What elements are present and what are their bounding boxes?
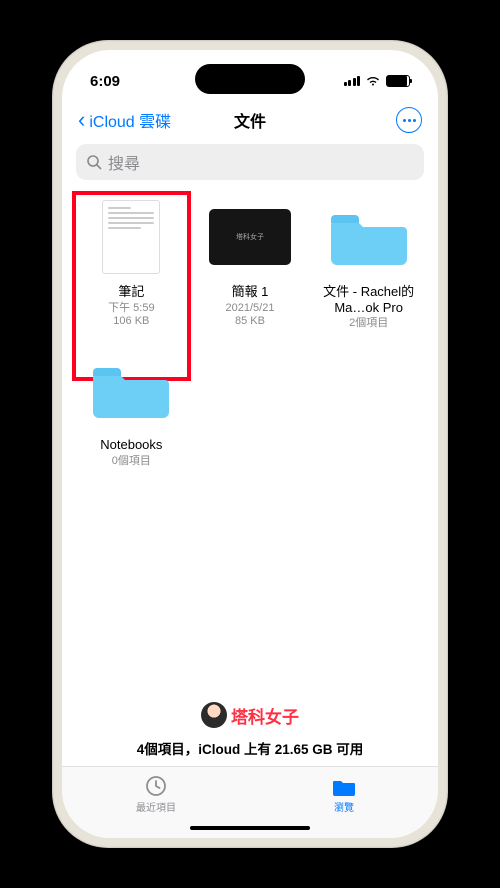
home-indicator[interactable]: [190, 826, 310, 830]
keynote-icon: 塔科女子: [209, 209, 291, 265]
file-size: 106 KB: [113, 315, 149, 329]
notch: [195, 64, 305, 94]
footer: 塔科女子 4個項目，iCloud 上有 21.65 GB 可用 最近項目 瀏覽: [62, 696, 438, 838]
wifi-icon: [365, 75, 381, 87]
folder-tab-icon: [331, 775, 357, 797]
file-grid: 筆記 下午 5:59 106 KB 塔科女子 簡報 1 2021/5/21 85…: [62, 190, 438, 696]
back-button[interactable]: ‹ iCloud 雲碟: [78, 107, 171, 133]
file-meta: 2021/5/21: [226, 302, 275, 316]
clock-icon: [143, 775, 169, 797]
file-item-folder-notebooks[interactable]: Notebooks 0個項目: [76, 349, 187, 468]
tab-label: 最近項目: [136, 799, 176, 814]
file-name: 文件 - Rachel的Ma…ok Pro: [314, 284, 424, 315]
file-name: 簡報 1: [232, 284, 269, 300]
chevron-left-icon: ‹: [78, 107, 85, 133]
file-meta: 0個項目: [112, 455, 151, 469]
folder-icon: [329, 207, 409, 267]
page-title: 文件: [234, 108, 266, 132]
status-time: 6:09: [90, 73, 120, 90]
file-item-keynote[interactable]: 塔科女子 簡報 1 2021/5/21 85 KB: [195, 196, 306, 331]
nav-bar: ‹ iCloud 雲碟 文件: [62, 98, 438, 142]
storage-status: 4個項目，iCloud 上有 21.65 GB 可用: [62, 736, 438, 766]
status-indicators: [344, 75, 411, 87]
ellipsis-icon: [403, 119, 416, 122]
watermark-text: 塔科女子: [231, 703, 299, 728]
phone-frame: 6:09 ‹ iCloud 雲碟 文件 搜尋: [52, 40, 448, 848]
file-meta: 2個項目: [349, 317, 388, 331]
search-input[interactable]: 搜尋: [76, 144, 424, 180]
battery-icon: [386, 75, 410, 87]
file-item-folder-documents[interactable]: 文件 - Rachel的Ma…ok Pro 2個項目: [313, 196, 424, 331]
folder-icon: [91, 360, 171, 420]
search-placeholder: 搜尋: [108, 150, 140, 174]
watermark: 塔科女子: [62, 696, 438, 736]
signal-icon: [344, 76, 361, 86]
watermark-avatar-icon: [201, 702, 227, 728]
document-icon: [102, 200, 160, 274]
search-icon: [86, 154, 102, 170]
more-button[interactable]: [396, 107, 422, 133]
file-item-notes[interactable]: 筆記 下午 5:59 106 KB: [76, 196, 187, 331]
file-name: 筆記: [118, 284, 144, 300]
back-label: iCloud 雲碟: [89, 108, 171, 132]
phone-screen: 6:09 ‹ iCloud 雲碟 文件 搜尋: [62, 50, 438, 838]
file-meta: 下午 5:59: [108, 302, 154, 316]
file-name: Notebooks: [100, 437, 162, 453]
file-size: 85 KB: [235, 315, 265, 329]
tab-label: 瀏覽: [334, 799, 354, 814]
